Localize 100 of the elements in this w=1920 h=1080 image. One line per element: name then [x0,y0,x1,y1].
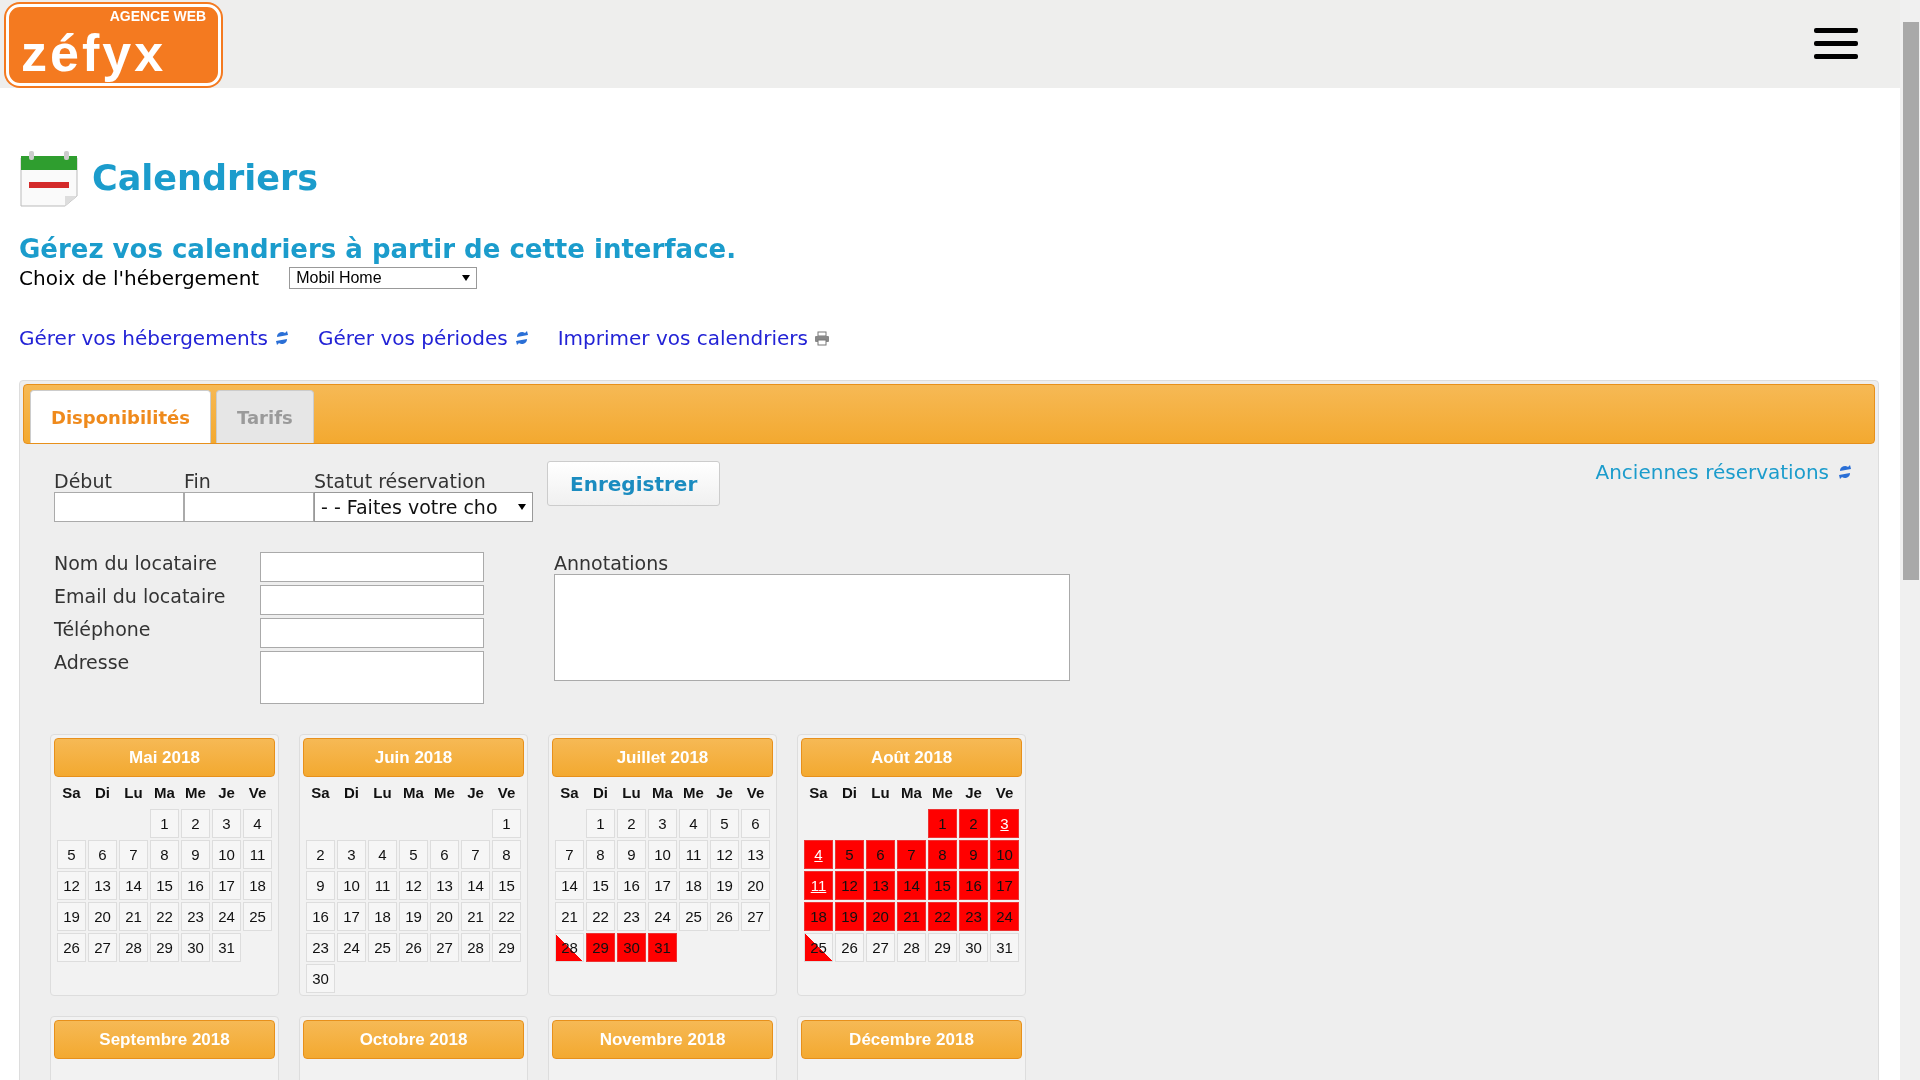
annotations-field[interactable] [554,574,1070,681]
calendar-day[interactable]: 13 [430,871,459,900]
calendar-day[interactable]: 4 [804,840,833,869]
calendar-day[interactable]: 8 [150,840,179,869]
calendar-day[interactable]: 15 [586,871,615,900]
calendar-day[interactable]: 18 [243,871,272,900]
calendar-day[interactable]: 14 [555,871,584,900]
calendar-day[interactable]: 12 [835,871,864,900]
calendar-day[interactable]: 29 [150,933,179,962]
calendar-day[interactable]: 24 [648,902,677,931]
calendar-day[interactable]: 14 [119,871,148,900]
save-button[interactable]: Enregistrer [547,461,721,506]
lodging-select[interactable]: Mobil Home [289,267,478,289]
calendar-day[interactable]: 4 [243,809,272,838]
calendar-day[interactable]: 26 [710,902,739,931]
calendar-day[interactable]: 7 [119,840,148,869]
calendar-day[interactable]: 9 [959,840,988,869]
link[interactable]: Gérer vos hébergements [19,326,290,350]
calendar-day[interactable]: 12 [399,871,428,900]
calendar-day[interactable]: 21 [119,902,148,931]
calendar-day[interactable]: 26 [57,933,86,962]
calendar-day[interactable]: 15 [150,871,179,900]
input-field[interactable] [260,585,484,615]
calendar-day[interactable]: 18 [368,902,397,931]
calendar-day[interactable]: 10 [648,840,677,869]
calendar-day[interactable]: 8 [928,840,957,869]
calendar-day[interactable]: 25 [368,933,397,962]
calendar-day[interactable]: 27 [88,933,117,962]
calendar-day[interactable]: 3 [648,809,677,838]
calendar-day[interactable]: 22 [928,902,957,931]
calendar-day[interactable]: 31 [990,933,1019,962]
calendar-day[interactable]: 28 [555,933,584,962]
date-field[interactable] [54,492,184,522]
calendar-day[interactable]: 12 [57,871,86,900]
calendar-day[interactable]: 1 [150,809,179,838]
calendar-day[interactable]: 17 [212,871,241,900]
calendar-day[interactable]: 20 [88,902,117,931]
calendar-day[interactable]: 19 [710,871,739,900]
calendar-day[interactable]: 16 [617,871,646,900]
calendar-day[interactable]: 18 [804,902,833,931]
menu-icon[interactable] [1814,28,1858,60]
calendar-day[interactable]: 24 [337,933,366,962]
calendar-day[interactable]: 19 [835,902,864,931]
calendar-day[interactable]: 31 [648,933,677,962]
link[interactable]: Imprimer vos calendriers [557,326,830,350]
calendar-day[interactable]: 9 [306,871,335,900]
calendar-day[interactable]: 10 [212,840,241,869]
calendar-day[interactable]: 25 [243,902,272,931]
calendar-day[interactable]: 1 [928,809,957,838]
calendar-day[interactable]: 23 [617,902,646,931]
calendar-day[interactable]: 1 [492,809,521,838]
calendar-day[interactable]: 16 [306,902,335,931]
calendar-day[interactable]: 9 [617,840,646,869]
textarea-field[interactable] [260,651,484,704]
calendar-day[interactable]: 8 [492,840,521,869]
calendar-day[interactable]: 24 [990,902,1019,931]
calendar-day[interactable]: 6 [741,809,770,838]
calendar-day[interactable]: 28 [897,933,926,962]
calendar-day[interactable]: 21 [555,902,584,931]
calendar-day[interactable]: 21 [897,902,926,931]
calendar-day[interactable]: 23 [959,902,988,931]
calendar-day[interactable]: 5 [710,809,739,838]
calendar-day[interactable]: 4 [679,809,708,838]
calendar-day[interactable]: 21 [461,902,490,931]
calendar-day[interactable]: 18 [679,871,708,900]
calendar-day[interactable]: 3 [337,840,366,869]
calendar-day[interactable]: 20 [430,902,459,931]
calendar-day[interactable]: 4 [368,840,397,869]
calendar-day[interactable]: 14 [897,871,926,900]
calendar-day[interactable]: 31 [212,933,241,962]
calendar-day[interactable]: 7 [897,840,926,869]
calendar-day[interactable]: 29 [928,933,957,962]
calendar-day[interactable]: 11 [804,871,833,900]
calendar-day[interactable]: 24 [212,902,241,931]
calendar-day[interactable]: 29 [492,933,521,962]
link[interactable]: Gérer vos périodes [317,326,530,350]
calendar-day[interactable]: 19 [399,902,428,931]
calendar-day[interactable]: 5 [835,840,864,869]
calendar-day[interactable]: 11 [679,840,708,869]
calendar-day[interactable]: 5 [57,840,86,869]
calendar-day[interactable]: 26 [835,933,864,962]
calendar-day[interactable]: 10 [337,871,366,900]
input-field[interactable] [260,618,484,648]
calendar-day[interactable]: 16 [959,871,988,900]
calendar-day[interactable]: 17 [337,902,366,931]
calendar-day[interactable]: 2 [959,809,988,838]
calendar-day[interactable]: 19 [57,902,86,931]
calendar-day[interactable]: 23 [306,933,335,962]
calendar-day[interactable]: 11 [243,840,272,869]
calendar-day[interactable]: 16 [181,871,210,900]
calendar-day[interactable]: 22 [492,902,521,931]
calendar-day[interactable]: 5 [399,840,428,869]
calendar-day[interactable]: 3 [990,809,1019,838]
calendar-day[interactable]: 7 [555,840,584,869]
calendar-day[interactable]: 2 [306,840,335,869]
calendar-day[interactable]: 7 [461,840,490,869]
calendar-day[interactable]: 2 [617,809,646,838]
calendar-day[interactable]: 13 [866,871,895,900]
calendar-day[interactable]: 13 [88,871,117,900]
calendar-day[interactable]: 20 [741,871,770,900]
